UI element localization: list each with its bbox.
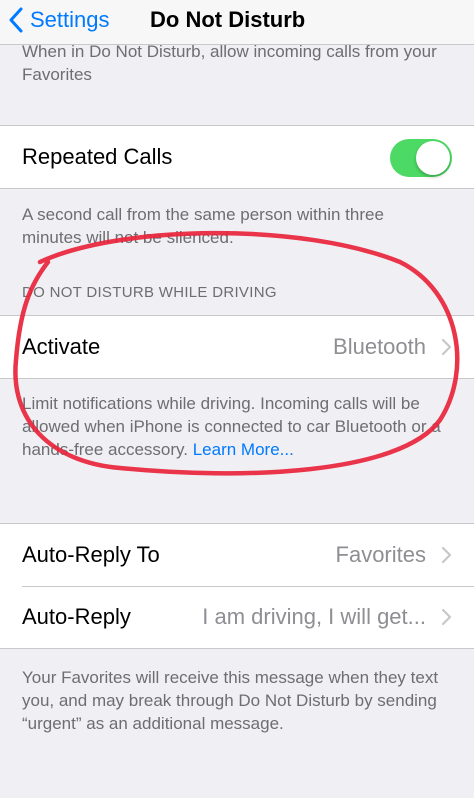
driving-section-header: DO NOT DISTURB WHILE DRIVING [22,284,277,301]
chevron-right-icon [441,546,452,564]
repeated-calls-row[interactable]: Repeated Calls [0,126,474,188]
chevron-right-icon [441,338,452,356]
navigation-bar: Settings Do Not Disturb [0,0,474,44]
toggle-knob [416,141,450,175]
repeated-calls-toggle[interactable] [390,139,452,177]
auto-reply-group: Auto-Reply To Favorites Auto-Reply I am … [0,523,474,649]
activate-label: Activate [22,334,101,359]
driving-group: Activate Bluetooth [0,315,474,379]
page-title: Do Not Disturb [150,7,306,32]
chevron-right-icon [441,608,452,626]
driving-footer: Limit notifications while driving. Incom… [22,392,448,461]
back-label: Settings [30,7,110,32]
learn-more-link[interactable]: Learn More... [193,440,294,459]
repeated-calls-footer: A second call from the same person withi… [22,205,384,247]
auto-reply-to-value: Favorites [335,542,426,567]
chevron-left-icon [9,7,23,33]
repeated-calls-group: Repeated Calls [0,125,474,189]
auto-reply-label: Auto-Reply [22,604,131,629]
auto-reply-value: I am driving, I will get... [202,604,426,629]
favorites-footer: When in Do Not Disturb, allow incoming c… [22,42,437,84]
back-button[interactable]: Settings [8,3,110,37]
auto-reply-to-row[interactable]: Auto-Reply To Favorites [0,524,474,586]
auto-reply-footer: Your Favorites will receive this message… [22,668,439,733]
auto-reply-row[interactable]: Auto-Reply I am driving, I will get... [0,586,474,648]
auto-reply-to-label: Auto-Reply To [22,542,160,567]
repeated-calls-label: Repeated Calls [22,144,173,169]
activate-value: Bluetooth [333,334,426,359]
activate-row[interactable]: Activate Bluetooth [0,316,474,378]
navbar-divider [0,44,474,45]
